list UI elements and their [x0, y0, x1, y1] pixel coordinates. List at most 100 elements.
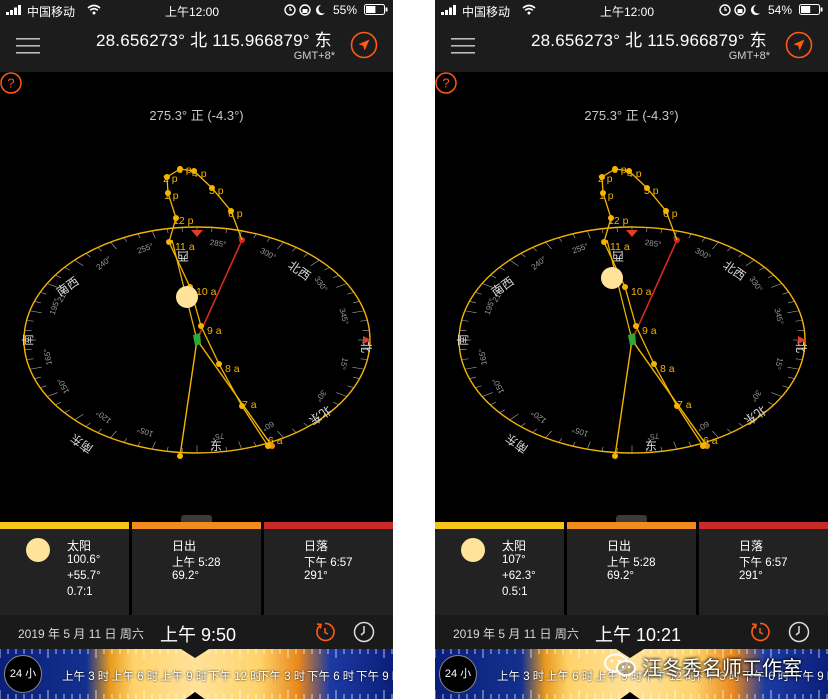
- compass-tick-label: 285°: [209, 238, 227, 249]
- compass-tick-label: 105°: [136, 424, 155, 438]
- compass-tick-label: 255°: [136, 241, 155, 255]
- compass-tick-label: 150°: [491, 376, 507, 395]
- menu-icon[interactable]: [451, 38, 475, 54]
- app-header: 28.656273° 北 115.966879° 东 GMT+8*: [435, 20, 828, 72]
- sun-position[interactable]: [176, 286, 198, 308]
- sun-icon: [461, 538, 485, 562]
- sun-path-point: [601, 239, 607, 245]
- compass-tick-label: 345°: [772, 307, 785, 325]
- compass-direction-southeast: 南东: [67, 431, 95, 457]
- sun-position[interactable]: [601, 267, 623, 289]
- shadow-ratio: 0.7:1: [67, 586, 93, 598]
- hour-label: 上午 6 时: [546, 671, 594, 683]
- hour-label: 下午 6 时: [307, 671, 355, 683]
- app-header: 28.656273° 北 115.966879° 东 GMT+8*: [0, 20, 393, 72]
- alarm-lock-moon-icons: [719, 4, 760, 16]
- sunrise-card[interactable]: 日出 上午 5:28 69.2°: [132, 522, 261, 615]
- drawer-handle[interactable]: [181, 515, 212, 522]
- watermark-text: 汪冬秀名师工作室: [642, 658, 802, 680]
- date-label[interactable]: 2019 年 5 月 11 日 周六: [453, 625, 579, 642]
- sun-title: 太阳: [67, 539, 92, 553]
- sun-path-label: 1 p: [599, 190, 614, 202]
- compass-tick-label: 255°: [571, 241, 590, 255]
- sun-path-label: 6 p: [663, 208, 678, 220]
- sun-path-label: 9 a: [642, 325, 657, 337]
- help-icon[interactable]: ?: [435, 72, 457, 94]
- compass-direction-northwest: 北西: [720, 258, 748, 283]
- 24-hour-button[interactable]: 24 小时: [439, 655, 477, 693]
- hour-label: 下午 3 时: [258, 671, 306, 683]
- compass-tick-label: 60°: [696, 419, 711, 433]
- location-coordinates[interactable]: 28.656273° 北 115.966879° 东: [96, 26, 332, 51]
- sunset-time: 下午 6:57: [739, 557, 788, 569]
- timezone-label: GMT+8*: [293, 50, 335, 62]
- hour-label: 下午 9 时: [356, 671, 393, 683]
- compass-tick-label: 165°: [477, 348, 489, 366]
- clock-icon[interactable]: [788, 621, 810, 643]
- current-time[interactable]: 上午 10:21: [595, 621, 681, 647]
- battery-icon: [799, 4, 823, 15]
- observer-marker: [628, 333, 636, 346]
- timeline-scrubber[interactable]: 24 小时 上午 3 时 上午 6 时 上午 9 时 下午 12 时 下午 3 …: [0, 649, 393, 699]
- location-arrow-icon[interactable]: [785, 31, 813, 59]
- date-label[interactable]: 2019 年 5 月 11 日 周六: [18, 625, 144, 642]
- compass-tick-label: 120°: [95, 408, 114, 425]
- reset-time-icon[interactable]: [749, 621, 771, 643]
- sun-path-label: 10 a: [196, 286, 217, 298]
- compass-tick-label: 30°: [314, 388, 328, 403]
- sun-altitude: +55.7°: [67, 570, 101, 582]
- sun-path-label: 5 p: [209, 185, 224, 197]
- sunset-azimuth: 291°: [739, 570, 763, 582]
- sun-azimuth: 100.6°: [67, 554, 101, 566]
- sun-card[interactable]: 太阳 100.6° +55.7° 0.7:1: [0, 522, 129, 615]
- sunrise-card[interactable]: 日出 上午 5:28 69.2°: [567, 522, 696, 615]
- sunset-card[interactable]: 日落 下午 6:57 291°: [264, 522, 393, 615]
- status-bar: 中国移动 上午12:00 54%: [435, 0, 828, 20]
- observer-marker: [193, 333, 201, 346]
- wifi-icon: [522, 4, 536, 15]
- compass-tick-label: 120°: [530, 408, 549, 425]
- alarm-lock-moon-icons: [284, 4, 325, 16]
- info-cards: 太阳 100.6° +55.7° 0.7:1 日出 上午 5:28 69.2° …: [0, 522, 393, 615]
- sun-path-view[interactable]: 275.3° 正 (-4.3°) 195° 165° 150° 120° 105° 75°…: [435, 72, 828, 522]
- location-arrow-icon[interactable]: [350, 31, 378, 59]
- time-bar: 2019 年 5 月 11 日 周六 上午 9:50: [0, 615, 393, 649]
- reset-time-icon[interactable]: [314, 621, 336, 643]
- menu-icon[interactable]: [16, 38, 40, 54]
- signal-icon: [441, 5, 456, 15]
- compass-tick-label: 240°: [530, 255, 549, 272]
- sun-path-label: 1 p: [164, 190, 179, 202]
- compass-direction-northwest: 北西: [285, 258, 313, 283]
- help-icon[interactable]: ?: [0, 72, 22, 94]
- compass-tick-label: 300°: [694, 246, 713, 262]
- compass-direction-east: 东: [645, 439, 657, 453]
- sun-path-point: [633, 323, 639, 329]
- sun-path-point: [166, 239, 172, 245]
- 24-hour-button[interactable]: 24 小时: [4, 655, 42, 693]
- sunset-card[interactable]: 日落 下午 6:57 291°: [699, 522, 828, 615]
- sun-path-diagram: 195°165°150°120°105° 75°60°30°15°345°330°…: [455, 164, 808, 459]
- compass-tick-label: 285°: [644, 238, 662, 249]
- sun-path-label: 11 a: [175, 241, 195, 253]
- sun-card[interactable]: 太阳 107° +62.3° 0.5:1: [435, 522, 564, 615]
- sunset-title: 日落: [739, 539, 764, 553]
- compass-direction-northeast: 北东: [306, 403, 334, 428]
- sun-path-label: 6 p: [228, 208, 243, 220]
- sun-path-label: 8 a: [225, 363, 240, 375]
- drawer-handle[interactable]: [616, 515, 647, 522]
- compass-direction-east: 东: [210, 439, 222, 453]
- sun-path-label: 6 a: [703, 435, 718, 447]
- compass-direction-southeast: 南东: [502, 431, 530, 457]
- sun-path-label: 6 a: [268, 435, 283, 447]
- location-coordinates[interactable]: 28.656273° 北 115.966879° 东: [531, 26, 767, 51]
- clock-icon[interactable]: [353, 621, 375, 643]
- svg-text:?: ?: [442, 76, 449, 91]
- sun-path-view[interactable]: 275.3° 正 (-4.3°) 195° 165° 150° 120° 105° 75°…: [0, 72, 393, 522]
- compass-direction-south: 南: [20, 334, 35, 346]
- carrier-name: 中国移动: [27, 5, 76, 19]
- current-time[interactable]: 上午 9:50: [160, 621, 236, 647]
- sunset-time: 下午 6:57: [304, 557, 353, 569]
- hour-label: 上午 3 时: [497, 671, 545, 683]
- sun-path-label: 12 p: [173, 215, 194, 227]
- sun-path-label: 3 p: [177, 164, 192, 176]
